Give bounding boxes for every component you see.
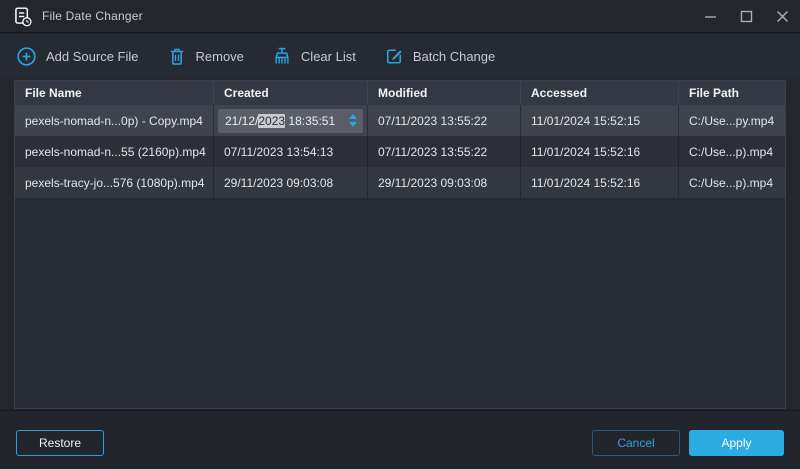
minimize-icon[interactable] (692, 0, 728, 32)
toolbar: Add Source File Remove (0, 34, 800, 79)
file-table: File Name Created Modified Accessed File… (14, 80, 786, 409)
modified-cell: 29/11/2023 09:03:08 (368, 167, 521, 198)
selected-date-segment[interactable]: 2023 (258, 114, 285, 128)
remove-label: Remove (196, 49, 244, 64)
add-circle-icon (16, 46, 37, 67)
app-window: File Date Changer Add Source File (0, 0, 800, 469)
table-row[interactable]: pexels-nomad-n...0p) - Copy.mp4 21/12/20… (15, 105, 785, 136)
edit-icon (384, 46, 404, 67)
accessed-cell: 11/01/2024 15:52:16 (521, 167, 679, 198)
footer-bar: Restore Cancel Apply (0, 410, 800, 469)
table-row[interactable]: pexels-nomad-n...55 (2160p).mp4 07/11/20… (15, 136, 785, 167)
file-name-cell: pexels-nomad-n...0p) - Copy.mp4 (15, 105, 214, 136)
titlebar: File Date Changer (0, 0, 800, 33)
accessed-cell: 11/01/2024 15:52:15 (521, 105, 679, 136)
window-title: File Date Changer (42, 9, 143, 23)
column-header-accessed[interactable]: Accessed (521, 81, 679, 105)
file-path-cell: C:/Use...py.mp4 (679, 105, 785, 136)
created-cell: 07/11/2023 13:54:13 (214, 136, 368, 167)
accessed-cell: 11/01/2024 15:52:16 (521, 136, 679, 167)
file-path-cell: C:/Use...p).mp4 (679, 136, 785, 167)
broom-icon (272, 46, 292, 67)
clear-list-label: Clear List (301, 49, 356, 64)
spin-up-icon[interactable] (349, 114, 357, 119)
modified-cell: 07/11/2023 13:55:22 (368, 105, 521, 136)
column-header-modified[interactable]: Modified (368, 81, 521, 105)
add-source-file-label: Add Source File (46, 49, 139, 64)
table-header-row: File Name Created Modified Accessed File… (15, 81, 785, 105)
file-date-changer-app-icon (12, 6, 33, 27)
datetime-value: 21/12/2023 18:35:51 (225, 114, 349, 128)
maximize-icon[interactable] (728, 0, 764, 32)
file-name-cell: pexels-nomad-n...55 (2160p).mp4 (15, 136, 214, 167)
column-header-created[interactable]: Created (214, 81, 368, 105)
cancel-button[interactable]: Cancel (592, 430, 680, 456)
trash-icon (167, 46, 187, 67)
batch-change-label: Batch Change (413, 49, 495, 64)
file-path-cell: C:/Use...p).mp4 (679, 167, 785, 198)
close-icon[interactable] (764, 0, 800, 32)
created-cell: 21/12/2023 18:35:51 (214, 105, 368, 136)
created-cell: 29/11/2023 09:03:08 (214, 167, 368, 198)
apply-button[interactable]: Apply (689, 430, 784, 456)
restore-button[interactable]: Restore (16, 430, 104, 456)
created-datetime-editor[interactable]: 21/12/2023 18:35:51 (218, 109, 363, 133)
spin-down-icon[interactable] (349, 122, 357, 127)
clear-list-button[interactable]: Clear List (272, 46, 356, 67)
remove-button[interactable]: Remove (167, 46, 244, 67)
batch-change-button[interactable]: Batch Change (384, 46, 495, 67)
column-header-file-name[interactable]: File Name (15, 81, 214, 105)
modified-cell: 07/11/2023 13:55:22 (368, 136, 521, 167)
table-row[interactable]: pexels-tracy-jo...576 (1080p).mp4 29/11/… (15, 167, 785, 198)
add-source-file-button[interactable]: Add Source File (16, 46, 139, 67)
column-header-file-path[interactable]: File Path (679, 81, 785, 105)
file-name-cell: pexels-tracy-jo...576 (1080p).mp4 (15, 167, 214, 198)
datetime-spinner (349, 114, 359, 127)
window-controls (692, 0, 800, 32)
